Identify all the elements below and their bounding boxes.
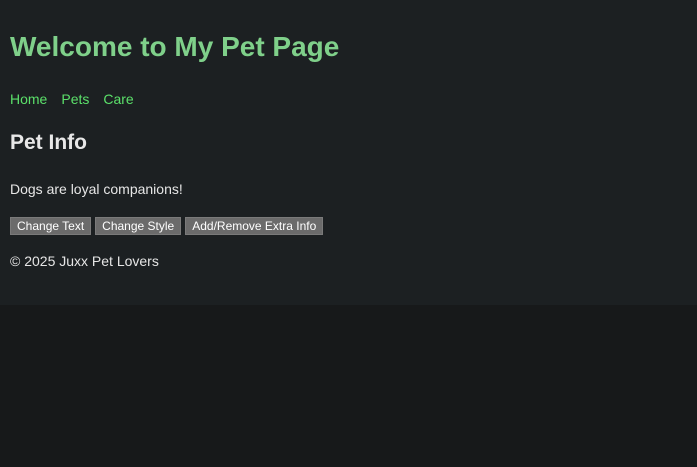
main-nav: Home Pets Care: [10, 91, 134, 107]
pet-info-text: Dogs are loyal companions!: [10, 181, 183, 197]
page-container: Welcome to My Pet Page Home Pets Care Pe…: [0, 0, 697, 305]
page-title: Welcome to My Pet Page: [10, 31, 340, 62]
toggle-extra-info-button[interactable]: Add/Remove Extra Info: [185, 217, 324, 235]
nav-link-care[interactable]: Care: [103, 91, 133, 107]
footer-text: © 2025 Juxx Pet Lovers: [10, 253, 159, 269]
section-title: Pet Info: [10, 131, 87, 154]
button-row: Change Text Change Style Add/Remove Extr…: [10, 217, 324, 235]
change-style-button[interactable]: Change Style: [95, 217, 182, 235]
nav-link-pets[interactable]: Pets: [61, 91, 89, 107]
nav-link-home[interactable]: Home: [10, 91, 47, 107]
change-text-button[interactable]: Change Text: [10, 217, 92, 235]
